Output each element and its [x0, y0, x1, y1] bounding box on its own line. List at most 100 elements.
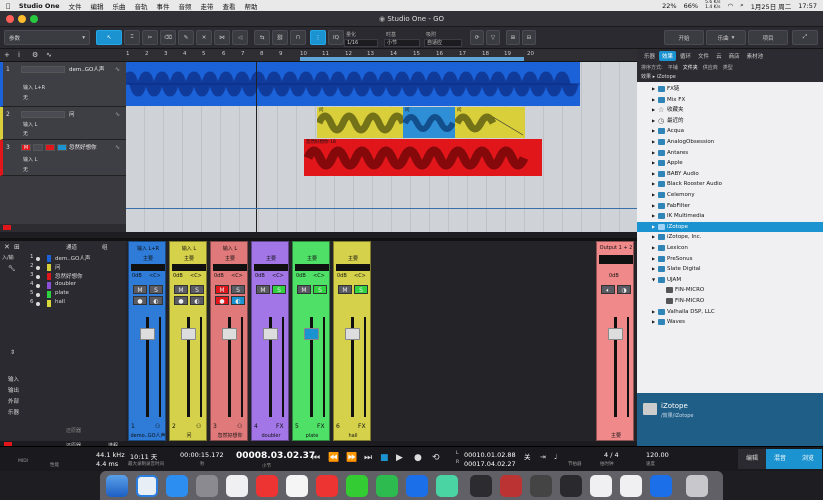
volume-fader[interactable] [181, 328, 196, 340]
audio-clip-wen-1[interactable]: 问 [317, 107, 403, 138]
loop-range-bar[interactable] [300, 57, 524, 61]
chevron-right-icon[interactable]: ▶ [652, 254, 655, 265]
window-options-button[interactable]: ⤢ [792, 30, 818, 45]
menu-audio[interactable]: 音频 [179, 1, 192, 11]
start-page-button[interactable]: 开始 [664, 30, 704, 45]
chevron-down-icon[interactable]: ▼ [652, 275, 655, 286]
time-signature[interactable]: 4 / 4 [604, 451, 619, 459]
browser-item[interactable]: ▶ Antares [637, 148, 823, 159]
apple-icon[interactable]:  [6, 2, 10, 10]
channel-strip-1[interactable]: 输入 L+R 主要 0dB <C> M S ● ◐ 1 ⚇ demo..GO人声 [128, 241, 166, 441]
menu-event[interactable]: 事件 [157, 1, 170, 11]
fast-forward-button[interactable]: ⏩ [346, 453, 357, 463]
volume-fader[interactable] [304, 328, 319, 340]
browser-path[interactable]: 效果 ▸ iZotope [637, 72, 823, 82]
strip-gain[interactable]: 0dB [132, 273, 142, 279]
strip-pan[interactable]: <C> [231, 273, 243, 279]
chevron-right-icon[interactable]: ▶ [652, 211, 655, 222]
chrome-icon[interactable] [286, 475, 308, 497]
menu-help[interactable]: 帮助 [245, 1, 258, 11]
side-input-button[interactable]: 输入 [8, 375, 19, 383]
mute-button[interactable]: M [256, 285, 270, 294]
master-output[interactable]: Output 1 + 2 [597, 245, 635, 251]
sort-flat[interactable]: 平铺 [668, 64, 678, 71]
menu-song[interactable]: 乐曲 [113, 1, 126, 11]
visible-dot-icon[interactable] [36, 266, 40, 270]
chevron-right-icon[interactable]: ▶ [652, 317, 655, 328]
return-to-zero-button[interactable]: ⏮ [312, 453, 320, 463]
sort-type[interactable]: 类型 [723, 64, 733, 71]
fx-icon[interactable]: FX [317, 423, 325, 430]
chevron-right-icon[interactable]: ▶ [652, 307, 655, 318]
strip-bus[interactable]: 主要 [252, 255, 290, 262]
netease-music-icon[interactable] [316, 475, 338, 497]
strip-gain[interactable]: 0dB [337, 273, 347, 279]
wps-icon[interactable] [256, 475, 278, 497]
mute-button[interactable]: M [215, 285, 229, 294]
go-to-end-button[interactable]: ⏭ [364, 453, 372, 463]
app-icon[interactable] [436, 475, 458, 497]
tab-shop[interactable]: 商店 [726, 51, 743, 61]
mixer-list-row[interactable]: 6 hall [30, 299, 126, 308]
tab-files[interactable]: 文件 [695, 51, 712, 61]
network-status[interactable]: 5.6 K/s 1.4 K/s [705, 0, 720, 10]
loop-button[interactable]: ⟲ [432, 453, 440, 463]
chevron-right-icon[interactable]: ▶ [652, 190, 655, 201]
quantize-button[interactable]: IQ [328, 30, 344, 45]
wrench-icon[interactable]: 🔧︎ [8, 265, 16, 272]
quantize-select[interactable]: 1/16 [344, 39, 378, 47]
mixer-list-row[interactable]: 2问 [30, 263, 126, 272]
app-store-icon[interactable] [166, 475, 188, 497]
browser-item[interactable]: ▶ Celemony [637, 190, 823, 201]
chevron-right-icon[interactable]: ▶ [652, 137, 655, 148]
track-name[interactable]: 忽然好想你 [69, 143, 97, 151]
track-2-buttons[interactable] [21, 111, 65, 118]
system-settings-icon[interactable] [196, 475, 218, 497]
date-status[interactable]: 1月25日 周二 [751, 1, 791, 11]
browser-item[interactable]: ▶ ◷ 最近的 [637, 116, 823, 127]
add-track-icon[interactable]: + [4, 51, 10, 59]
browser-item[interactable]: ▶ FX链 [637, 84, 823, 95]
strip-input[interactable]: 输入 L [170, 245, 208, 252]
browser-item[interactable]: ▼ UJAM [637, 275, 823, 286]
timebase-select[interactable]: 小节 [384, 39, 420, 47]
chevron-right-icon[interactable]: ▶ [652, 95, 655, 106]
music-app-icon[interactable] [500, 475, 522, 497]
strip-bus[interactable]: 主要 [211, 255, 249, 262]
track-input[interactable]: 输入 L [23, 156, 37, 163]
sort-vendor[interactable]: 供应商 [703, 64, 718, 71]
browser-item[interactable]: ▶ Lexicon [637, 243, 823, 254]
range-tool-button[interactable]: ⌶ [124, 30, 140, 45]
track-output[interactable]: 无 [23, 130, 28, 137]
audio-clip-huran[interactable]: 忽然好想你-18 [304, 139, 542, 176]
playhead[interactable] [256, 62, 257, 232]
chevron-right-icon[interactable]: ▶ [652, 179, 655, 190]
grid-snap-button[interactable]: ⋮ [310, 30, 326, 45]
fx-icon[interactable]: FX [358, 423, 366, 430]
record-arm-button[interactable]: ● [215, 296, 229, 305]
wechat-icon[interactable] [376, 475, 398, 497]
zoom-button[interactable]: ⊟ [522, 30, 536, 45]
document-icon[interactable] [620, 475, 642, 497]
browser-item[interactable]: ▶ PreSonus [637, 254, 823, 265]
strip-bus[interactable]: 主要 [129, 255, 167, 262]
snap-toggle-button[interactable]: ⊓ [290, 30, 306, 45]
strip-gain[interactable]: 0dB [296, 273, 306, 279]
browser-item[interactable]: FIN-MICRO [637, 296, 823, 307]
clock-status[interactable]: 17:57 [798, 2, 817, 10]
wifi-icon[interactable]: ◠ [727, 2, 733, 10]
link-button[interactable]: ⛓ [272, 30, 288, 45]
browse-view-button[interactable]: 浏览 [794, 449, 822, 469]
chevron-right-icon[interactable]: ▶ [652, 201, 655, 212]
browser-item[interactable]: ▶ Black Rooster Audio [637, 179, 823, 190]
arrangement-view[interactable]: 问 问 问 忽然好想你-18 [126, 62, 637, 232]
strip-name[interactable]: hall [334, 432, 372, 440]
menu-view[interactable]: 查看 [223, 1, 236, 11]
strip-name[interactable]: 问 [170, 432, 208, 440]
browser-item[interactable]: ▶ Slate Digital [637, 264, 823, 275]
fl-studio-icon[interactable] [470, 475, 492, 497]
trash-icon[interactable] [686, 475, 708, 497]
track-3-record-button[interactable] [45, 144, 55, 151]
strip-pan[interactable]: <C> [272, 273, 284, 279]
menu-edit[interactable]: 编辑 [91, 1, 104, 11]
